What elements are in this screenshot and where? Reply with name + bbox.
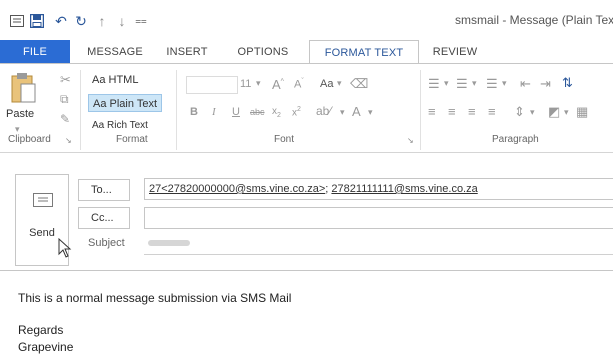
cut-icon[interactable]: ✂ (60, 72, 71, 88)
change-case-dropdown-icon[interactable]: ▾ (337, 78, 342, 89)
bold-icon[interactable]: B (190, 106, 198, 118)
save-icon[interactable] (28, 12, 46, 30)
tab-review[interactable]: REVIEW (426, 40, 484, 64)
down-arrow-icon[interactable]: ↓ (113, 12, 131, 30)
redo-icon[interactable]: ↻ (72, 12, 90, 30)
customize-icon[interactable]: ⩵ (132, 12, 150, 30)
font-group-label: Font (274, 134, 295, 145)
numbering-icon[interactable]: ☰ (456, 76, 468, 92)
grow-font-icon[interactable]: A^ (272, 77, 284, 92)
borders-icon[interactable]: ▦ (576, 104, 588, 120)
tab-file[interactable]: FILE (0, 40, 70, 64)
to-button[interactable]: To... (78, 179, 130, 201)
tab-format-text[interactable]: FORMAT TEXT (309, 40, 419, 64)
clipboard-group-label: Clipboard (8, 134, 51, 145)
justify-icon[interactable]: ≡ (488, 104, 496, 119)
format-plain-text-button[interactable]: Aa Plain Text (88, 94, 163, 112)
subject-label: Subject (88, 237, 125, 249)
to-recipient-2[interactable]: 27821111111@sms.vine.co.za (331, 183, 477, 195)
multilevel-list-icon[interactable]: ☰ (486, 76, 498, 92)
shading-dropdown-icon[interactable]: ▾ (564, 107, 569, 118)
subject-field[interactable] (144, 254, 613, 255)
subscript-icon[interactable]: x2 (272, 106, 281, 119)
line-spacing-dropdown-icon[interactable]: ▾ (530, 107, 535, 118)
outlook-app-icon (8, 12, 26, 30)
up-arrow-icon[interactable]: ↑ (93, 12, 111, 30)
underline-icon[interactable]: U (232, 106, 240, 118)
body-line-3[interactable]: Grapevine (18, 340, 73, 354)
shrink-font-icon[interactable]: Aˇ (294, 78, 304, 91)
clipboard-launcher-icon[interactable]: ↘ (65, 136, 72, 145)
tab-options[interactable]: OPTIONS (228, 40, 298, 64)
highlight-icon[interactable]: ab⁄ (316, 104, 331, 118)
body-separator (0, 270, 613, 271)
subject-value-redacted[interactable] (148, 240, 190, 246)
cc-button[interactable]: Cc... (78, 207, 130, 229)
send-icon (33, 193, 53, 207)
to-recipient-1[interactable]: 27<27820000000@sms.vine.co.za> (149, 183, 325, 195)
font-color-icon[interactable]: A (352, 104, 361, 119)
clear-formatting-icon[interactable]: ⌫ (350, 76, 368, 92)
font-size-box[interactable]: 11 (240, 78, 251, 90)
shading-icon[interactable]: ◩ (548, 104, 560, 120)
format-rich-text-button[interactable]: Aa Rich Text (88, 117, 152, 135)
change-case-button[interactable]: Aa (320, 78, 333, 90)
format-html-button[interactable]: Aa HTML (88, 71, 142, 89)
italic-icon[interactable]: I (212, 106, 216, 118)
ribbon: Paste ▾ ✂ ⧉ ✎ Clipboard ↘ Aa HTML Aa Pla… (0, 63, 613, 153)
body-line-1[interactable]: This is a normal message submission via … (18, 291, 291, 305)
paste-icon[interactable] (10, 72, 36, 107)
window-title: smsmail - Message (Plain Tex (455, 13, 613, 27)
copy-icon[interactable]: ⧉ (60, 92, 69, 107)
font-name-box[interactable] (186, 76, 238, 94)
font-launcher-icon[interactable]: ↘ (407, 136, 414, 145)
body-line-2[interactable]: Regards (18, 323, 63, 337)
multilevel-dropdown-icon[interactable]: ▾ (502, 78, 507, 89)
format-group-label: Format (116, 134, 148, 145)
undo-icon[interactable]: ↶ (52, 12, 70, 30)
paragraph-group-label: Paragraph (492, 134, 539, 145)
align-right-icon[interactable]: ≡ (468, 104, 476, 119)
increase-indent-icon[interactable]: ⇥ (540, 76, 551, 92)
to-field[interactable]: 27<27820000000@sms.vine.co.za>; 27821111… (144, 178, 613, 200)
tab-message[interactable]: MESSAGE (80, 40, 150, 64)
cc-field[interactable] (144, 207, 613, 229)
format-painter-icon[interactable]: ✎ (60, 112, 70, 126)
tab-insert[interactable]: INSERT (160, 40, 214, 64)
decrease-indent-icon[interactable]: ⇤ (520, 76, 531, 92)
title-bar: ↶ ↻ ↑ ↓ ⩵ smsmail - Message (Plain Tex (0, 0, 613, 40)
line-spacing-icon[interactable]: ⇕ (514, 104, 525, 120)
highlight-dropdown-icon[interactable]: ▾ (340, 107, 345, 118)
paste-button[interactable]: Paste (6, 108, 34, 120)
bullets-dropdown-icon[interactable]: ▾ (444, 78, 449, 89)
group-separator (176, 70, 177, 150)
ribbon-tabs: FILE MESSAGE INSERT OPTIONS FORMAT TEXT … (0, 40, 613, 64)
group-separator (420, 70, 421, 150)
align-center-icon[interactable]: ≡ (448, 104, 456, 119)
mouse-cursor-icon (58, 237, 72, 258)
sort-icon[interactable]: ⇅ (562, 75, 573, 91)
bullets-icon[interactable]: ☰ (428, 76, 440, 92)
strikethrough-icon[interactable]: abc (250, 107, 265, 117)
align-left-icon[interactable]: ≡ (428, 104, 436, 119)
group-separator (80, 70, 81, 150)
numbering-dropdown-icon[interactable]: ▾ (472, 78, 477, 89)
font-size-dropdown-icon[interactable]: ▾ (256, 78, 261, 89)
font-color-dropdown-icon[interactable]: ▾ (368, 107, 373, 118)
superscript-icon[interactable]: x2 (292, 106, 301, 118)
